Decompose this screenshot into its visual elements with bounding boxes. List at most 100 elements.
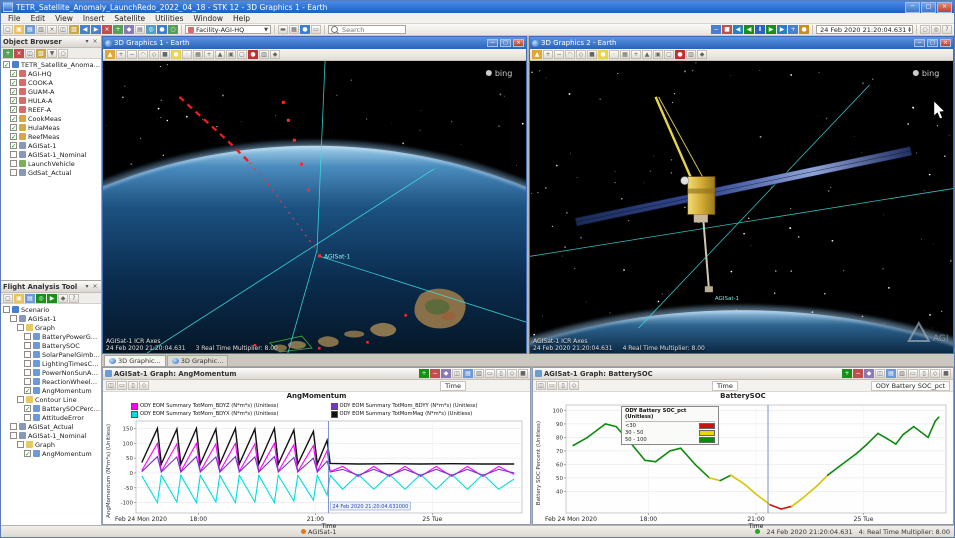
filter-icon[interactable]: ▼: [47, 49, 57, 58]
tree-item[interactable]: AttitudeError: [1, 413, 101, 422]
camera-icon[interactable]: ▢: [237, 50, 247, 59]
new-icon[interactable]: ▢: [3, 25, 13, 34]
play-back-icon[interactable]: ◀: [744, 25, 754, 34]
axes-icon[interactable]: +: [204, 50, 214, 59]
zoom-y-icon[interactable]: ▯: [128, 381, 138, 390]
pan-icon[interactable]: ◇: [569, 381, 579, 390]
tree-item[interactable]: ✓AGI-HQ: [1, 69, 101, 78]
cut-icon[interactable]: ×: [47, 25, 57, 34]
graph-window-header[interactable]: AGISat-1 Graph: BatterySOC +−◆◫▤▥▭▯◇■: [533, 368, 953, 380]
pin-icon[interactable]: ▾: [83, 38, 91, 46]
pin-icon[interactable]: ▾: [83, 283, 91, 291]
close-icon[interactable]: ×: [513, 39, 524, 47]
properties-icon[interactable]: ◆: [441, 369, 451, 378]
zoom-y-icon[interactable]: ▯: [919, 369, 929, 378]
legend-item[interactable]: ODY EOM Summary TotMomMag (N*m*s) (Unitl…: [331, 411, 527, 418]
tree-item[interactable]: ✓COOK-A: [1, 78, 101, 87]
zoom-x-icon[interactable]: ▭: [485, 369, 495, 378]
animation-time-field[interactable]: 24 Feb 2020 21:20:04.631 ▲▼: [816, 25, 913, 34]
pan-icon[interactable]: ◇: [507, 369, 517, 378]
pan-icon[interactable]: ◇: [149, 50, 159, 59]
redo-icon[interactable]: ▶: [91, 25, 101, 34]
menu-edit[interactable]: Edit: [26, 14, 51, 23]
checkbox[interactable]: ✓: [10, 70, 17, 77]
tree-item[interactable]: ✓AngMomentum: [1, 449, 101, 458]
tree-item[interactable]: ✓BatterySOCPercent: [1, 404, 101, 413]
remove-data-icon[interactable]: −: [430, 369, 440, 378]
help-icon[interactable]: ?: [69, 294, 79, 303]
checkbox[interactable]: ✓: [24, 387, 31, 394]
checkbox[interactable]: [17, 396, 24, 403]
3d-window-icon[interactable]: ●: [157, 25, 167, 34]
paste-icon[interactable]: ▧: [69, 25, 79, 34]
help-icon[interactable]: ?: [942, 25, 952, 34]
undo-icon[interactable]: ◀: [80, 25, 90, 34]
tree-item[interactable]: ✓GUAM-A: [1, 87, 101, 96]
legend-item[interactable]: ODY EOM Summary TotMom_BDYX (N*m*s) (Uni…: [131, 411, 327, 418]
checkbox[interactable]: [24, 378, 31, 385]
record-icon[interactable]: ●: [248, 50, 258, 59]
angmomentum-plot[interactable]: -100-5005010015018:0021:0025 TueFeb 24 M…: [114, 418, 528, 530]
checkbox[interactable]: [24, 351, 31, 358]
stars-icon[interactable]: ·: [609, 50, 619, 59]
close-icon[interactable]: ×: [91, 283, 99, 291]
calculator-icon[interactable]: ▦: [289, 25, 299, 34]
tree-item[interactable]: Contour Line: [1, 395, 101, 404]
save-icon[interactable]: ▤: [25, 25, 35, 34]
checkbox[interactable]: ✓: [10, 124, 17, 131]
maximize-icon[interactable]: ▢: [500, 39, 511, 47]
zoom-in-icon[interactable]: +: [116, 50, 126, 59]
checkbox[interactable]: ✓: [10, 106, 17, 113]
3d-window-2-titlebar[interactable]: 3D Graphics 2 - Earth ─ ▢ ×: [530, 37, 953, 49]
tree-item[interactable]: ✓AngMomentum: [1, 386, 101, 395]
print-icon[interactable]: ▥: [36, 25, 46, 34]
reset-view-icon[interactable]: ■: [160, 50, 170, 59]
view-tab[interactable]: 3D Graphic...: [167, 355, 229, 366]
realtime-icon[interactable]: ●: [799, 25, 809, 34]
menu-view[interactable]: View: [50, 14, 78, 23]
save-icon[interactable]: ▤: [886, 369, 896, 378]
home-icon[interactable]: ▲: [105, 50, 115, 59]
checkbox[interactable]: [24, 369, 31, 376]
reset-zoom-icon[interactable]: ■: [941, 369, 951, 378]
delete-icon[interactable]: ×: [14, 49, 24, 58]
2d-window-icon[interactable]: ○: [168, 25, 178, 34]
copy-icon[interactable]: ◫: [536, 381, 546, 390]
menu-file[interactable]: File: [3, 14, 26, 23]
ruler-icon[interactable]: ▭: [311, 25, 321, 34]
tree-item[interactable]: Graph: [1, 323, 101, 332]
open-icon[interactable]: ▣: [14, 25, 24, 34]
checkbox[interactable]: [24, 414, 31, 421]
menu-window[interactable]: Window: [188, 14, 228, 23]
save-icon[interactable]: ▤: [463, 369, 473, 378]
step-forward-icon[interactable]: ▶: [777, 25, 787, 34]
batterysoc-plot[interactable]: 40506070809010018:0021:0025 TueFeb 24 Mo…: [544, 402, 952, 530]
rotate-icon[interactable]: ◠: [565, 50, 575, 59]
reset-zoom-icon[interactable]: ■: [518, 369, 528, 378]
zoom-out-icon[interactable]: −: [554, 50, 564, 59]
tree-item[interactable]: LaunchVehicle: [1, 159, 101, 168]
compute-icon[interactable]: ▶: [47, 294, 57, 303]
title-bar[interactable]: TETR_Satellite_Anomaly_LaunchRedo_2022_0…: [1, 1, 954, 13]
checkbox[interactable]: ✓: [24, 450, 31, 457]
time-options-icon[interactable]: ○: [920, 25, 930, 34]
copy-icon[interactable]: ◫: [25, 49, 35, 58]
snapshot-icon[interactable]: ▥: [259, 50, 269, 59]
time-spinner[interactable]: ▲▼: [908, 27, 911, 33]
graph-window-header[interactable]: AGISat-1 Graph: AngMomentum +−◆◫▤▥▭▯◇■: [103, 368, 530, 380]
insert-icon[interactable]: +: [3, 49, 13, 58]
pan-icon[interactable]: ◇: [930, 369, 940, 378]
grid-icon[interactable]: ▦: [193, 50, 203, 59]
minimize-button[interactable]: ─: [905, 2, 920, 13]
checkbox[interactable]: [10, 432, 17, 439]
copy-icon[interactable]: ◫: [58, 25, 68, 34]
checkbox[interactable]: ✓: [10, 79, 17, 86]
pause-icon[interactable]: Ⅱ: [755, 25, 765, 34]
grid-icon[interactable]: ▦: [620, 50, 630, 59]
tree-item[interactable]: Scenario: [1, 305, 101, 314]
reset-view-icon[interactable]: ■: [587, 50, 597, 59]
object-select-combo[interactable]: Facility-AGI-HQ ▼: [185, 25, 271, 34]
3d-window-1-titlebar[interactable]: 3D Graphics 1 - Earth ─ ▢ ×: [103, 37, 526, 49]
record-icon[interactable]: ●: [675, 50, 685, 59]
remove-data-icon[interactable]: −: [853, 369, 863, 378]
